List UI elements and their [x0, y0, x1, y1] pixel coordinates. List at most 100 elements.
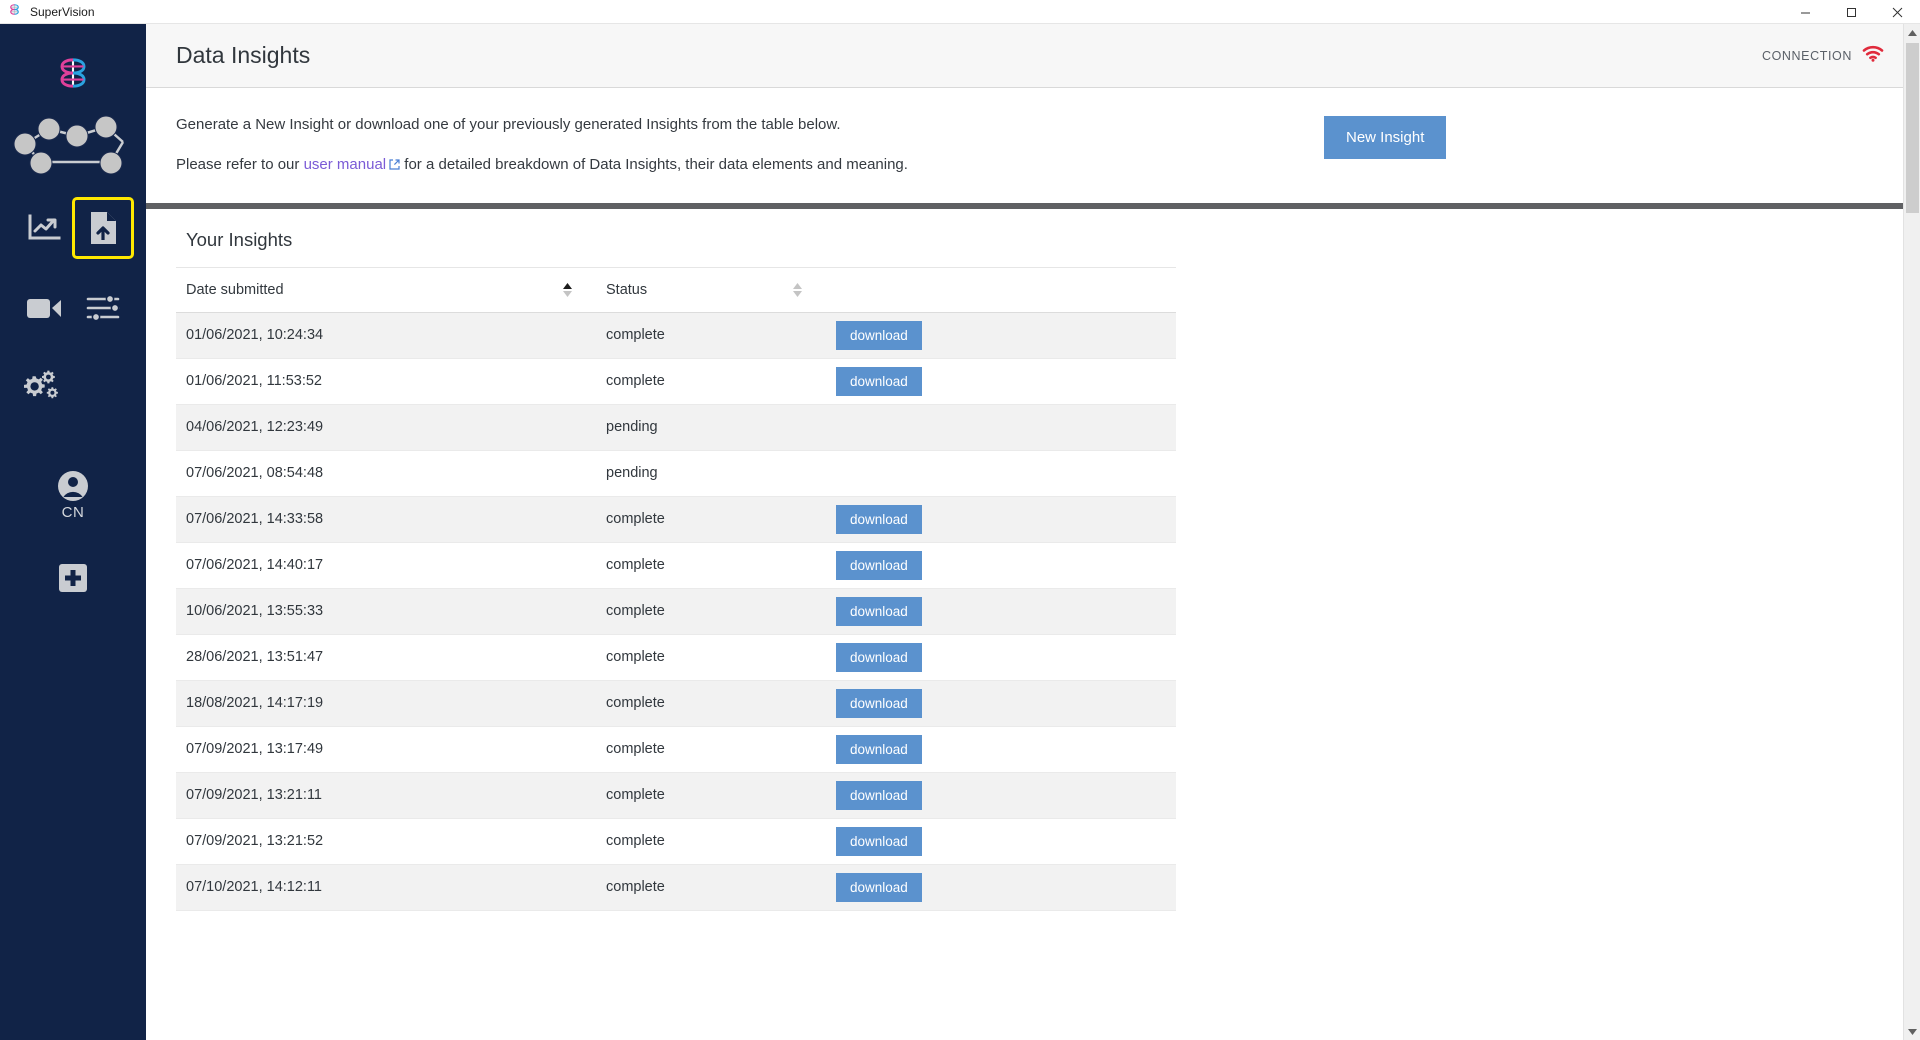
cell-action: download	[826, 634, 1176, 681]
column-header-date-submitted[interactable]: Date submitted	[176, 267, 596, 313]
intro-line-2: Please refer to our user manual for a de…	[176, 154, 1276, 177]
user-avatar-icon	[58, 471, 88, 501]
wifi-icon	[1862, 45, 1884, 67]
download-button[interactable]: download	[836, 734, 922, 764]
page-title: Data Insights	[176, 42, 311, 68]
intro-line-2-after: for a detailed breakdown of Data Insight…	[400, 155, 908, 173]
cell-date-submitted: 07/06/2021, 08:54:48	[176, 450, 596, 497]
sidebar-item-data-insights[interactable]	[71, 197, 134, 259]
intro-line-1: Generate a New Insight or download one o…	[176, 116, 841, 133]
cell-date-submitted: 04/06/2021, 12:23:49	[176, 404, 596, 451]
cell-date-submitted: 07/06/2021, 14:33:58	[176, 496, 596, 543]
brain-logo-icon	[7, 2, 22, 22]
table-row: 07/06/2021, 14:33:58 complete download	[176, 496, 1176, 543]
connection-label: CONNECTION	[1761, 48, 1852, 63]
download-button[interactable]: download	[836, 550, 922, 580]
scrollbar-thumb[interactable]	[1906, 43, 1919, 213]
cell-action: download	[826, 864, 1176, 911]
cell-status: complete	[596, 726, 826, 773]
cell-status: pending	[596, 404, 826, 451]
table-row: 07/10/2021, 14:12:11 complete download	[176, 864, 1176, 911]
download-button[interactable]: download	[836, 504, 922, 534]
cell-status: complete	[596, 680, 826, 727]
sidebar-nav	[0, 197, 146, 336]
scroll-down-arrow[interactable]	[1904, 1023, 1920, 1040]
cell-status: complete	[596, 358, 826, 405]
table-head: Date submitted Status	[176, 267, 1176, 313]
minimize-button[interactable]	[1782, 0, 1828, 24]
sort-desc-icon	[563, 290, 572, 297]
sort-asc-icon	[563, 282, 572, 289]
cell-date-submitted: 10/06/2021, 13:55:33	[176, 588, 596, 635]
cell-status: complete	[596, 542, 826, 589]
cell-action: download	[826, 818, 1176, 865]
cell-action: download	[826, 772, 1176, 819]
scroll-up-arrow[interactable]	[1904, 24, 1920, 41]
cell-date-submitted: 07/06/2021, 14:40:17	[176, 542, 596, 589]
cell-date-submitted: 18/08/2021, 14:17:19	[176, 680, 596, 727]
sidebar-user[interactable]: CN	[0, 470, 146, 521]
cell-date-submitted: 07/10/2021, 14:12:11	[176, 864, 596, 911]
maximize-button[interactable]	[1828, 0, 1874, 24]
content-area: Your Insights Date submitted Status 01/0…	[146, 208, 1920, 1040]
column-header-status[interactable]: Status	[596, 267, 826, 313]
table-row: 07/09/2021, 13:17:49 complete download	[176, 726, 1176, 773]
video-camera-icon	[26, 299, 61, 318]
sliders-icon	[86, 294, 119, 322]
cell-date-submitted: 01/06/2021, 11:53:52	[176, 358, 596, 405]
sort-indicator-date[interactable]	[563, 282, 572, 297]
column-header-action	[826, 267, 1176, 313]
table-row: 18/08/2021, 14:17:19 complete download	[176, 680, 1176, 727]
close-button[interactable]	[1874, 0, 1920, 24]
cell-action	[826, 404, 1176, 451]
connection-status[interactable]: CONNECTION	[1762, 45, 1884, 67]
table-row: 28/06/2021, 13:51:47 complete download	[176, 634, 1176, 681]
app-title: SuperVision	[30, 4, 95, 19]
cell-date-submitted: 28/06/2021, 13:51:47	[176, 634, 596, 681]
download-button[interactable]: download	[836, 642, 922, 672]
cell-action: download	[826, 542, 1176, 589]
download-button[interactable]: download	[836, 780, 922, 810]
sidebar-item-configuration[interactable]	[0, 358, 146, 414]
table-row: 07/09/2021, 13:21:11 complete download	[176, 772, 1176, 819]
cell-action: download	[826, 680, 1176, 727]
cell-status: complete	[596, 634, 826, 681]
sidebar-logo[interactable]	[0, 52, 146, 94]
cell-action: download	[826, 588, 1176, 635]
sidebar-item-video[interactable]	[16, 280, 72, 336]
sort-indicator-status[interactable]	[793, 282, 802, 297]
download-button[interactable]: download	[836, 826, 922, 856]
table-header-row: Date submitted Status	[176, 267, 1176, 313]
cell-date-submitted: 07/09/2021, 13:17:49	[176, 726, 596, 773]
table-row: 01/06/2021, 10:24:34 complete download	[176, 312, 1176, 359]
brain-logo-icon	[60, 58, 86, 88]
cell-status: complete	[596, 772, 826, 819]
table-row: 01/06/2021, 11:53:52 complete download	[176, 358, 1176, 405]
new-insight-button[interactable]: New Insight	[1324, 116, 1447, 159]
user-initials: CN	[61, 504, 85, 521]
insights-card: Your Insights Date submitted Status 01/0…	[176, 209, 1176, 911]
sidebar-item-sliders[interactable]	[75, 280, 131, 336]
download-button[interactable]: download	[836, 688, 922, 718]
window-controls	[1782, 0, 1920, 24]
download-button[interactable]: download	[836, 320, 922, 350]
sidebar-item-analytics[interactable]	[16, 200, 72, 256]
download-button[interactable]: download	[836, 596, 922, 626]
user-manual-link[interactable]: user manual	[304, 156, 387, 173]
section-title: Your Insights	[176, 209, 1176, 268]
intro-action-area: New Insight	[1276, 114, 1756, 159]
download-button[interactable]: download	[836, 872, 922, 902]
sidebar-network-graphic	[0, 112, 146, 174]
external-link-icon	[389, 155, 400, 177]
sidebar: CN	[0, 24, 146, 1040]
download-button[interactable]: download	[836, 366, 922, 396]
cell-status: complete	[596, 496, 826, 543]
intro-panel: Generate a New Insight or download one o…	[146, 88, 1920, 209]
app-shell: CN Data Insights CONNECTION Generate a N…	[0, 24, 1920, 1040]
intro-text: Generate a New Insight or download one o…	[176, 114, 1276, 177]
vertical-scrollbar[interactable]	[1903, 24, 1920, 1040]
sidebar-item-add[interactable]	[0, 563, 146, 593]
main-area: Data Insights CONNECTION Generate a New …	[146, 24, 1920, 1040]
cell-action	[826, 450, 1176, 497]
cell-action: download	[826, 312, 1176, 359]
